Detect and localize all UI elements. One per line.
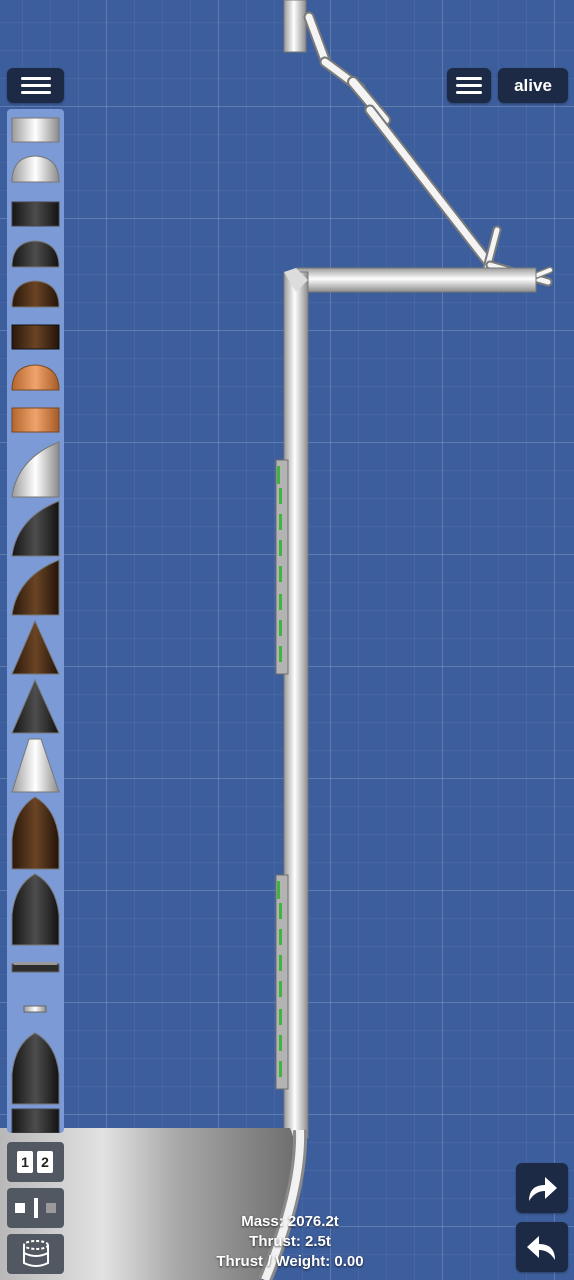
palette-item-nose-dome [11,155,60,183]
palette-item-black-curved-nose [11,500,60,557]
symmetry-toggle-button[interactable] [7,1188,64,1228]
palette-item-copper-fuel-tank [11,407,60,433]
palette-item-fuel-tank [11,117,60,143]
palette-item-small-strut [23,1005,47,1013]
palette-item-black-tank-stub [11,1108,60,1133]
hamburger-icon [20,73,51,98]
palette-item-copper-dome [11,364,60,391]
stage-selector-button[interactable]: 1 2 [7,1142,64,1182]
thrust-readout: Thrust: 2.5t [249,1233,331,1250]
undo-arrow-icon [527,1236,555,1260]
stage-number-1: 1 [17,1151,33,1173]
palette-item-brown-dome [11,280,60,308]
palette-item-black-ogive-fairing [11,873,60,946]
side-booster-lower [275,874,289,1090]
palette-item-brown-ogive-fairing [11,796,60,870]
side-booster-upper [275,459,289,675]
redo-arrow-icon [529,1177,557,1201]
palette-item-black-dome [11,240,60,268]
palette-item-black-cone [11,678,60,734]
palette-item-black-large-fairing [11,1032,60,1105]
palette-item-brown-curved-nose [11,559,60,616]
redo-button[interactable] [516,1163,568,1213]
main-menu-button[interactable] [7,68,64,103]
undo-button[interactable] [516,1222,568,1272]
palette-item-separator [11,962,60,973]
palette-item-brown-fuel-tank [11,324,60,350]
options-menu-button[interactable] [447,68,491,103]
symmetry-icon [15,1198,56,1218]
thrust-weight-readout: Thrust / Weight: 0.00 [216,1253,364,1270]
part-palette[interactable] [7,109,64,1133]
fuel-transfer-button[interactable] [7,1234,64,1274]
palette-item-white-cone [11,738,60,793]
horizontal-pipe [295,267,537,293]
fuel-tank-icon [23,1240,49,1267]
vehicle-stats: Mass: 2076.2t Thrust: 2.5t Thrust / Weig… [190,1212,390,1272]
mode-label-button[interactable]: alive [498,68,568,103]
diagonal-strut-chain [303,11,554,287]
top-pipe-stub [283,0,307,53]
part-palette-items [11,117,60,1133]
stage-number-2: 2 [37,1151,53,1173]
hamburger-icon [456,73,482,98]
mass-readout: Mass: 2076.2t [241,1213,339,1230]
rocket-build-scene[interactable] [0,0,574,1280]
palette-item-black-fuel-tank [11,201,60,227]
palette-item-brown-cone [11,619,60,675]
palette-item-white-curved-nose [11,441,60,498]
